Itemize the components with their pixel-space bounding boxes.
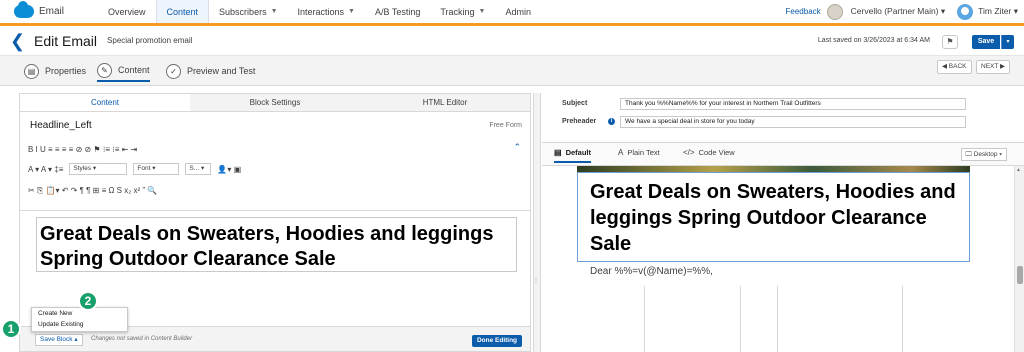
nav-tab-admin[interactable]: Admin	[495, 0, 541, 23]
block-mode-label: Free Form	[489, 122, 522, 129]
subject-label: Subject	[562, 100, 588, 107]
menu-item-create-new[interactable]: Create New	[32, 308, 127, 319]
email-preview: Great Deals on Sweaters, Hoodies and leg…	[542, 166, 1014, 352]
info-icon[interactable]: i	[608, 118, 615, 125]
insert-toolbar[interactable]: ✂ ⎘ 📋▾ ↶ ↷ ¶ ¶ ⊞ ≡ Ω S x₂ x² ” 🔍	[28, 183, 163, 199]
email-name: Special promotion email	[107, 36, 193, 45]
personalization-and-image-tools[interactable]: 👤▾ ▣	[217, 165, 241, 174]
next-button[interactable]: NEXT ▶	[976, 60, 1011, 74]
font-size-select[interactable]: S... ▾	[185, 163, 212, 175]
nav-tab-content[interactable]: Content	[155, 0, 210, 23]
preview-greeting: Dear %%=v(@Name)=%%,	[590, 266, 713, 277]
code-icon: </>	[683, 148, 695, 157]
tab-content[interactable]: Content	[20, 94, 190, 111]
text-icon: A	[618, 148, 624, 157]
toolbar-divider	[20, 210, 530, 211]
user-avatar-icon[interactable]	[957, 3, 974, 20]
feedback-link[interactable]: Feedback	[786, 7, 821, 16]
editor-headline[interactable]: Great Deals on Sweaters, Hoodies and leg…	[40, 222, 513, 272]
account-avatar[interactable]	[826, 3, 843, 20]
tab-plain-text[interactable]: A Plain Text	[618, 148, 660, 157]
checkmark-icon: ✓	[166, 63, 181, 79]
panel-splitter[interactable]: ⁞	[533, 93, 541, 352]
tab-block-settings[interactable]: Block Settings	[190, 94, 360, 111]
tab-html-editor[interactable]: HTML Editor	[360, 94, 530, 111]
tab-default[interactable]: ▤ Default	[554, 148, 591, 163]
step-label: Properties	[45, 66, 87, 76]
editor-tabs: Content Block Settings HTML Editor	[20, 94, 530, 112]
back-arrow-icon[interactable]: ❮	[10, 32, 26, 50]
save-block-button[interactable]: Save Block ▴	[35, 334, 83, 346]
callout-badge-1: 1	[1, 319, 21, 339]
rich-text-editor[interactable]: Great Deals on Sweaters, Hoodies and leg…	[36, 217, 517, 272]
step-properties[interactable]: ▤ Properties	[24, 60, 86, 82]
pencil-icon: ✎	[97, 62, 112, 78]
workflow-steps: ▤ Properties ✎ Content ✓ Preview and Tes…	[0, 56, 1024, 86]
nav-right-group: Feedback Cervello (Partner Main) ▾ Tim Z…	[786, 0, 1018, 23]
column-divider	[740, 286, 741, 352]
app-brand[interactable]: Email	[14, 1, 98, 18]
step-content[interactable]: ✎ Content	[97, 60, 150, 82]
nav-tab-interactions[interactable]: Interactions ▼	[288, 0, 365, 23]
nav-tab-tracking[interactable]: Tracking ▼	[430, 0, 495, 23]
column-divider	[777, 286, 778, 352]
callout-badge-2: 2	[78, 291, 98, 311]
last-saved-text: Last saved on 3/26/2023 at 6:34 AM	[817, 37, 930, 44]
color-tools[interactable]: A ▾ A ▾ ‡≡	[28, 165, 63, 174]
style-toolbar: A ▾ A ▾ ‡≡ Styles ▾ Font ▾ S... ▾ 👤▾ ▣	[28, 161, 247, 177]
formatting-toolbar[interactable]: B I U ≡ ≡ ≡ ≡ ⊘ ⊘ ⚑ ⁝≡ ⁝≡ ⇤ ⇥	[28, 141, 143, 157]
page-title: Edit Email	[34, 32, 98, 49]
column-divider	[902, 286, 903, 352]
scrollbar-thumb[interactable]	[1017, 266, 1023, 284]
properties-icon: ▤	[24, 63, 39, 79]
nav-tab-subscribers[interactable]: Subscribers ▼	[209, 0, 287, 23]
preheader-field[interactable]: We have a special deal in store for you …	[620, 116, 966, 128]
account-switcher[interactable]: Cervello (Partner Main) ▾	[851, 6, 946, 17]
back-button[interactable]: ◀ BACK	[937, 60, 972, 74]
drag-handle-icon: ⁞	[535, 278, 537, 285]
save-dropdown-button[interactable]: ▾	[1001, 35, 1014, 49]
insert-tools[interactable]: ✂ ⎘ 📋▾ ↶ ↷ ¶ ¶ ⊞ ≡ Ω S x₂ x² ” 🔍	[28, 186, 157, 196]
preview-panel: Subject Thank you %%Name%% for your inte…	[542, 93, 1024, 352]
selected-block[interactable]: Great Deals on Sweaters, Hoodies and leg…	[577, 172, 970, 262]
done-editing-button[interactable]: Done Editing	[472, 335, 522, 347]
layout-icon: ▤	[554, 148, 562, 157]
nav-tab-overview[interactable]: Overview	[98, 0, 156, 23]
app-name: Email	[39, 6, 65, 17]
preview-headline: Great Deals on Sweaters, Hoodies and leg…	[590, 181, 956, 255]
collapse-toolbar-icon[interactable]: ⌃	[513, 142, 521, 153]
subject-field[interactable]: Thank you %%Name%% for your interest in …	[620, 98, 966, 110]
tab-code-view[interactable]: </> Code View	[683, 148, 735, 157]
chevron-down-icon: ▼	[348, 8, 355, 15]
save-block-menu: Create New Update Existing	[31, 307, 128, 332]
user-menu[interactable]: Tim Ziter ▾	[978, 6, 1018, 17]
preview-tabs: ▤ Default A Plain Text </> Code View 🖵 D…	[542, 142, 1024, 166]
font-select[interactable]: Font ▾	[133, 163, 180, 175]
text-format-tools[interactable]: B I U ≡ ≡ ≡ ≡ ⊘ ⊘ ⚑ ⁝≡ ⁝≡ ⇤ ⇥	[28, 145, 137, 154]
nav-tab-ab-testing[interactable]: A/B Testing	[365, 0, 430, 23]
step-label: Content	[118, 65, 150, 75]
salesforce-cloud-icon	[14, 1, 34, 18]
tag-icon[interactable]: ⚑	[942, 35, 958, 49]
device-select[interactable]: 🖵 Desktop ▾	[960, 148, 1007, 161]
preheader-label: Preheader	[562, 118, 597, 125]
chevron-down-icon: ▼	[478, 8, 486, 15]
scroll-up-icon[interactable]: ▲	[1016, 167, 1021, 173]
chevron-down-icon: ▼	[270, 8, 278, 15]
preview-scrollbar[interactable]: ▲	[1014, 166, 1024, 352]
save-button[interactable]: Save	[972, 35, 1000, 49]
unsaved-changes-note: Changes not saved in Content Builder	[91, 336, 193, 342]
page-header: ❮ Edit Email Special promotion email Las…	[0, 26, 1024, 56]
step-label: Preview and Test	[187, 66, 256, 76]
column-divider	[644, 286, 645, 352]
top-navigation: Email Overview Content Subscribers ▼ Inte…	[0, 0, 1024, 26]
styles-select[interactable]: Styles ▾	[69, 163, 128, 175]
block-name: Headline_Left	[30, 120, 92, 131]
step-preview-and-test[interactable]: ✓ Preview and Test	[166, 60, 255, 82]
menu-item-update-existing[interactable]: Update Existing	[32, 319, 127, 330]
